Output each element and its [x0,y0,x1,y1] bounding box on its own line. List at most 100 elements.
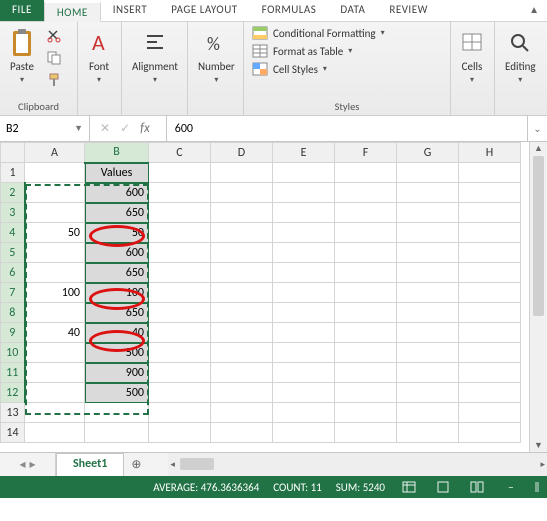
cell-D6[interactable] [211,263,273,283]
cell-A12[interactable] [25,383,85,403]
cell-E5[interactable] [273,243,335,263]
scroll-down-icon[interactable]: ▼ [530,440,547,451]
cell-D5[interactable] [211,243,273,263]
cell-B7[interactable]: 100 [85,283,149,303]
col-header-C[interactable]: C [149,143,211,163]
cell-B13[interactable] [85,403,149,423]
row-header-5[interactable]: 5 [1,243,25,263]
cell-E3[interactable] [273,203,335,223]
alignment-button[interactable]: Alignment▾ [130,26,180,85]
cell-E10[interactable] [273,343,335,363]
cell-H14[interactable] [459,423,521,443]
view-normal-icon[interactable] [399,479,419,495]
cell-B5[interactable]: 600 [85,243,149,263]
cell-G9[interactable] [397,323,459,343]
spreadsheet-grid[interactable]: ABCDEFGH1Values2600365045050560066507100… [0,142,521,443]
cell-E8[interactable] [273,303,335,323]
row-header-8[interactable]: 8 [1,303,25,323]
cell-F4[interactable] [335,223,397,243]
cell-D14[interactable] [211,423,273,443]
name-box[interactable]: B2 ▼ [0,116,90,141]
row-header-1[interactable]: 1 [1,163,25,183]
cell-H9[interactable] [459,323,521,343]
font-button[interactable]: A Font▾ [86,26,112,85]
cell-D12[interactable] [211,383,273,403]
cell-A11[interactable] [25,363,85,383]
cell-C11[interactable] [149,363,211,383]
cell-F14[interactable] [335,423,397,443]
cell-H10[interactable] [459,343,521,363]
cell-E1[interactable] [273,163,335,183]
cell-E4[interactable] [273,223,335,243]
cell-D8[interactable] [211,303,273,323]
cell-A13[interactable] [25,403,85,423]
cell-G5[interactable] [397,243,459,263]
cell-E11[interactable] [273,363,335,383]
cell-A10[interactable] [25,343,85,363]
cell-C7[interactable] [149,283,211,303]
cell-H4[interactable] [459,223,521,243]
ribbon-collapse-icon[interactable]: ▲ [521,0,547,21]
fx-icon[interactable]: fx [140,121,156,136]
cell-H6[interactable] [459,263,521,283]
row-header-4[interactable]: 4 [1,223,25,243]
cell-H8[interactable] [459,303,521,323]
conditional-formatting-button[interactable]: Conditional Formatting▾ [252,26,385,40]
cell-D4[interactable] [211,223,273,243]
cell-F6[interactable] [335,263,397,283]
cell-B9[interactable]: 40 [85,323,149,343]
cell-G3[interactable] [397,203,459,223]
tab-data[interactable]: DATA [328,0,377,21]
row-header-6[interactable]: 6 [1,263,25,283]
row-header-14[interactable]: 14 [1,423,25,443]
cell-B14[interactable] [85,423,149,443]
row-header-7[interactable]: 7 [1,283,25,303]
cell-F13[interactable] [335,403,397,423]
cell-C2[interactable] [149,183,211,203]
cell-E9[interactable] [273,323,335,343]
cell-F9[interactable] [335,323,397,343]
cell-C9[interactable] [149,323,211,343]
horizontal-scrollbar[interactable]: ◂ ▸ [168,453,547,476]
scroll-right-icon[interactable]: ▸ [540,459,545,470]
cell-D2[interactable] [211,183,273,203]
scroll-left-icon[interactable]: ◂ [170,459,175,470]
cell-C12[interactable] [149,383,211,403]
cell-styles-button[interactable]: Cell Styles▾ [252,62,385,76]
cell-B6[interactable]: 650 [85,263,149,283]
cell-G4[interactable] [397,223,459,243]
format-painter-button[interactable] [44,70,64,90]
scroll-thumb[interactable] [533,156,544,316]
cell-A6[interactable] [25,263,85,283]
col-header-G[interactable]: G [397,143,459,163]
formula-input[interactable]: 600 [167,116,527,141]
cell-A9[interactable]: 40 [25,323,85,343]
chevron-down-icon[interactable]: ▼ [74,123,83,134]
cell-C13[interactable] [149,403,211,423]
cell-C8[interactable] [149,303,211,323]
cell-D7[interactable] [211,283,273,303]
col-header-H[interactable]: H [459,143,521,163]
cell-C4[interactable] [149,223,211,243]
cell-G12[interactable] [397,383,459,403]
cell-H7[interactable] [459,283,521,303]
cell-C3[interactable] [149,203,211,223]
cell-G14[interactable] [397,423,459,443]
zoom-out-icon[interactable]: − [501,479,521,495]
col-header-E[interactable]: E [273,143,335,163]
hscroll-thumb[interactable] [180,458,214,470]
cell-F11[interactable] [335,363,397,383]
col-header-D[interactable]: D [211,143,273,163]
cell-H3[interactable] [459,203,521,223]
cell-A3[interactable] [25,203,85,223]
cell-H5[interactable] [459,243,521,263]
cell-H13[interactable] [459,403,521,423]
cell-G7[interactable] [397,283,459,303]
cell-F2[interactable] [335,183,397,203]
cell-F5[interactable] [335,243,397,263]
cell-B4[interactable]: 50 [85,223,149,243]
cell-H2[interactable] [459,183,521,203]
cell-F12[interactable] [335,383,397,403]
add-sheet-button[interactable]: ⊕ [124,453,148,476]
cell-A1[interactable] [25,163,85,183]
